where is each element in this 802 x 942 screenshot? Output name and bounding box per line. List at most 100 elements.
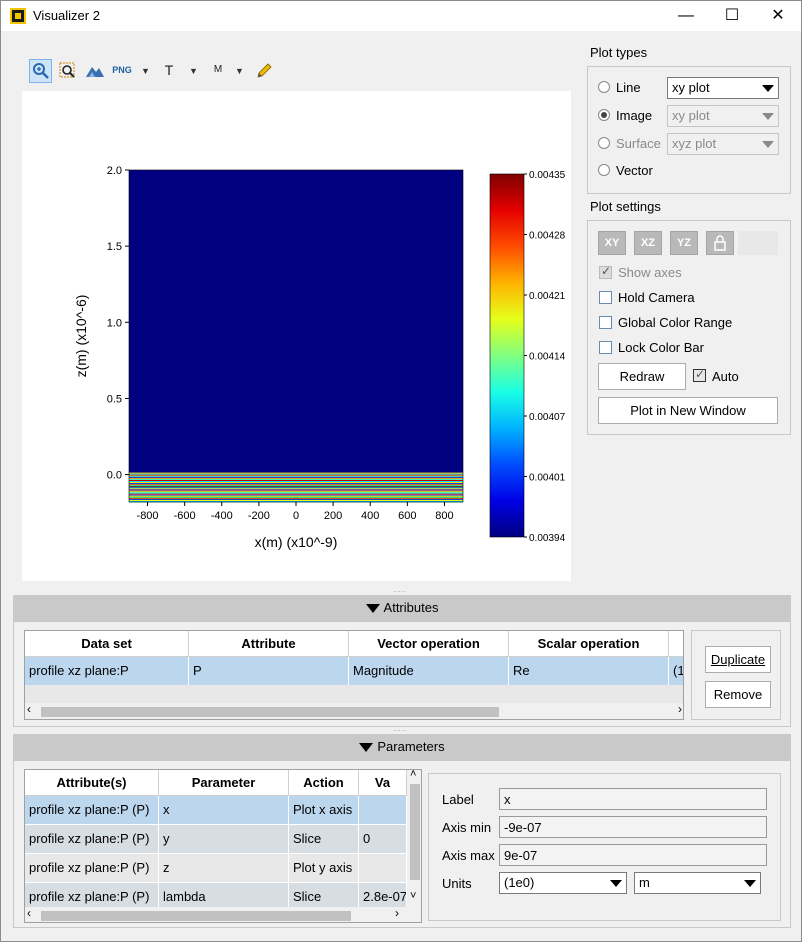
image-plot-select[interactable]: xy plot <box>667 105 779 127</box>
parameters-hscrollbar[interactable]: ‹ › <box>25 906 421 922</box>
colorbar-tick-label: 0.00421 <box>529 291 566 302</box>
table-cell[interactable]: Slice <box>289 825 359 853</box>
table-row[interactable]: profile xz plane:P (P) y Slice 0 <box>25 825 407 853</box>
line-label: Line <box>616 80 641 95</box>
table-row[interactable]: profile xz plane:P (P) lambda Slice 2.8e… <box>25 883 407 911</box>
table-cell[interactable]: profile xz plane:P <box>25 657 189 685</box>
column-header[interactable]: Attribute(s) <box>25 770 159 796</box>
show-axes-checkbox[interactable] <box>599 264 612 279</box>
table-cell[interactable]: (1 <box>669 657 683 685</box>
show-axes-label: Show axes <box>618 265 682 280</box>
vector-radio[interactable] <box>598 164 610 176</box>
collapse-triangle-icon <box>359 743 374 752</box>
attributes-hscrollbar[interactable]: ‹ › <box>25 702 683 719</box>
image-radio[interactable] <box>598 109 610 121</box>
table-cell[interactable] <box>359 796 407 824</box>
y-tick-label: 1.5 <box>107 241 122 253</box>
column-header[interactable] <box>669 631 683 657</box>
global-color-range-label: Global Color Range <box>618 315 733 330</box>
view-xz-button[interactable]: XZ <box>634 231 662 255</box>
scroll-up-icon[interactable]: ˄ <box>410 770 416 780</box>
axis-max-field[interactable]: 9e-07 <box>499 844 767 866</box>
text-dropdown-icon[interactable]: ▼ <box>189 59 198 83</box>
line-plot-select[interactable]: xy plot <box>667 77 779 99</box>
table-cell[interactable]: 0 <box>359 825 407 853</box>
view-xy-button[interactable]: XY <box>598 231 626 255</box>
global-color-range-checkbox[interactable] <box>599 316 612 329</box>
plot-canvas[interactable]: -800 -600 -400 -200 0 200 400 600 800 0.0 0.5 1.0 1.… <box>22 91 571 581</box>
scroll-thumb[interactable] <box>410 784 420 880</box>
plot-settings-title: Plot settings <box>590 199 661 214</box>
column-header[interactable]: Va <box>359 770 407 796</box>
scroll-left-icon[interactable]: ‹ <box>27 702 31 716</box>
table-cell[interactable]: profile xz plane:P (P) <box>25 854 159 882</box>
table-cell[interactable]: profile xz plane:P (P) <box>25 825 159 853</box>
text-icon[interactable]: T <box>159 59 179 83</box>
column-header[interactable]: Vector operation <box>349 631 509 657</box>
column-header[interactable]: Action <box>289 770 359 796</box>
label-field[interactable]: x <box>499 788 767 810</box>
remove-button[interactable]: Remove <box>705 681 771 708</box>
scroll-thumb[interactable] <box>41 707 499 717</box>
close-button[interactable]: ✕ <box>755 1 801 31</box>
hold-camera-checkbox[interactable] <box>599 291 612 304</box>
maximize-button[interactable]: ☐ <box>709 1 755 31</box>
chevron-down-icon <box>762 141 774 148</box>
table-cell[interactable] <box>359 854 407 882</box>
axis-min-field[interactable]: -9e-07 <box>499 816 767 838</box>
lock-color-bar-checkbox[interactable] <box>599 341 612 354</box>
line-radio[interactable] <box>598 81 610 93</box>
png-export-dropdown-icon[interactable]: ▼ <box>141 59 150 83</box>
lock-color-bar-label: Lock Color Bar <box>618 340 704 355</box>
plot-in-new-window-button[interactable]: Plot in New Window <box>598 397 778 424</box>
zoom-icon[interactable] <box>29 59 52 83</box>
x-tick-label: 0 <box>293 510 299 522</box>
pencil-icon[interactable] <box>253 59 275 83</box>
units-scale-select[interactable]: (1e0) <box>499 872 627 894</box>
auto-checkbox[interactable] <box>693 367 706 382</box>
column-header[interactable]: Scalar operation <box>509 631 669 657</box>
table-cell[interactable]: profile xz plane:P (P) <box>25 796 159 824</box>
scroll-thumb[interactable] <box>41 911 351 921</box>
scroll-down-icon[interactable]: ˅ <box>410 890 416 902</box>
table-cell[interactable]: P <box>189 657 349 685</box>
table-cell[interactable]: Re <box>509 657 669 685</box>
surface-plot-select[interactable]: xyz plot <box>667 133 779 155</box>
column-header[interactable]: Data set <box>25 631 189 657</box>
column-header[interactable]: Attribute <box>189 631 349 657</box>
plot-types-group: Line xy plot Image xy plot Surface xyz p… <box>587 66 791 194</box>
parameters-panel: Attribute(s) Parameter Action Va profile… <box>13 760 791 928</box>
table-cell[interactable]: Plot y axis <box>289 854 359 882</box>
table-row[interactable]: profile xz plane:P (P) x Plot x axis <box>25 796 407 824</box>
table-row[interactable]: profile xz plane:P (P) z Plot y axis <box>25 854 407 882</box>
scroll-right-icon[interactable]: › <box>678 702 682 716</box>
lock-view-icon[interactable] <box>706 231 734 255</box>
surface-radio[interactable] <box>598 137 610 149</box>
table-row[interactable]: profile xz plane:P P Magnitude Re (1 <box>25 657 683 685</box>
table-cell[interactable]: y <box>159 825 289 853</box>
surface-view-icon[interactable] <box>84 59 106 83</box>
scroll-left-icon[interactable]: ‹ <box>27 906 31 920</box>
units-unit-select[interactable]: m <box>634 872 761 894</box>
parameters-header[interactable]: Parameters <box>13 734 791 760</box>
table-cell[interactable]: z <box>159 854 289 882</box>
column-header[interactable]: Parameter <box>159 770 289 796</box>
axis-properties: Label x Axis min -9e-07 Axis max 9e-07 U… <box>428 773 781 921</box>
view-yz-button[interactable]: YZ <box>670 231 698 255</box>
table-cell[interactable]: Magnitude <box>349 657 509 685</box>
table-cell[interactable]: Plot x axis <box>289 796 359 824</box>
png-export-icon[interactable]: PNG <box>111 59 133 83</box>
table-cell[interactable]: x <box>159 796 289 824</box>
title-bar: Visualizer 2 — ☐ ✕ <box>1 1 801 31</box>
scroll-right-icon[interactable]: › <box>395 906 399 920</box>
parameters-vscrollbar[interactable]: ˄ ˅ <box>407 770 421 907</box>
zoom-box-icon[interactable] <box>57 59 79 83</box>
attributes-header[interactable]: Attributes <box>13 595 791 621</box>
redraw-button[interactable]: Redraw <box>598 363 686 390</box>
duplicate-button[interactable]: Duplicate <box>705 646 771 673</box>
minimize-button[interactable]: — <box>663 1 709 31</box>
marker-dropdown-icon[interactable]: ▼ <box>235 59 244 83</box>
marker-icon[interactable]: M <box>205 59 231 83</box>
colorbar-tick-label: 0.00407 <box>529 412 566 423</box>
attributes-panel: Data set Attribute Vector operation Scal… <box>13 621 791 727</box>
